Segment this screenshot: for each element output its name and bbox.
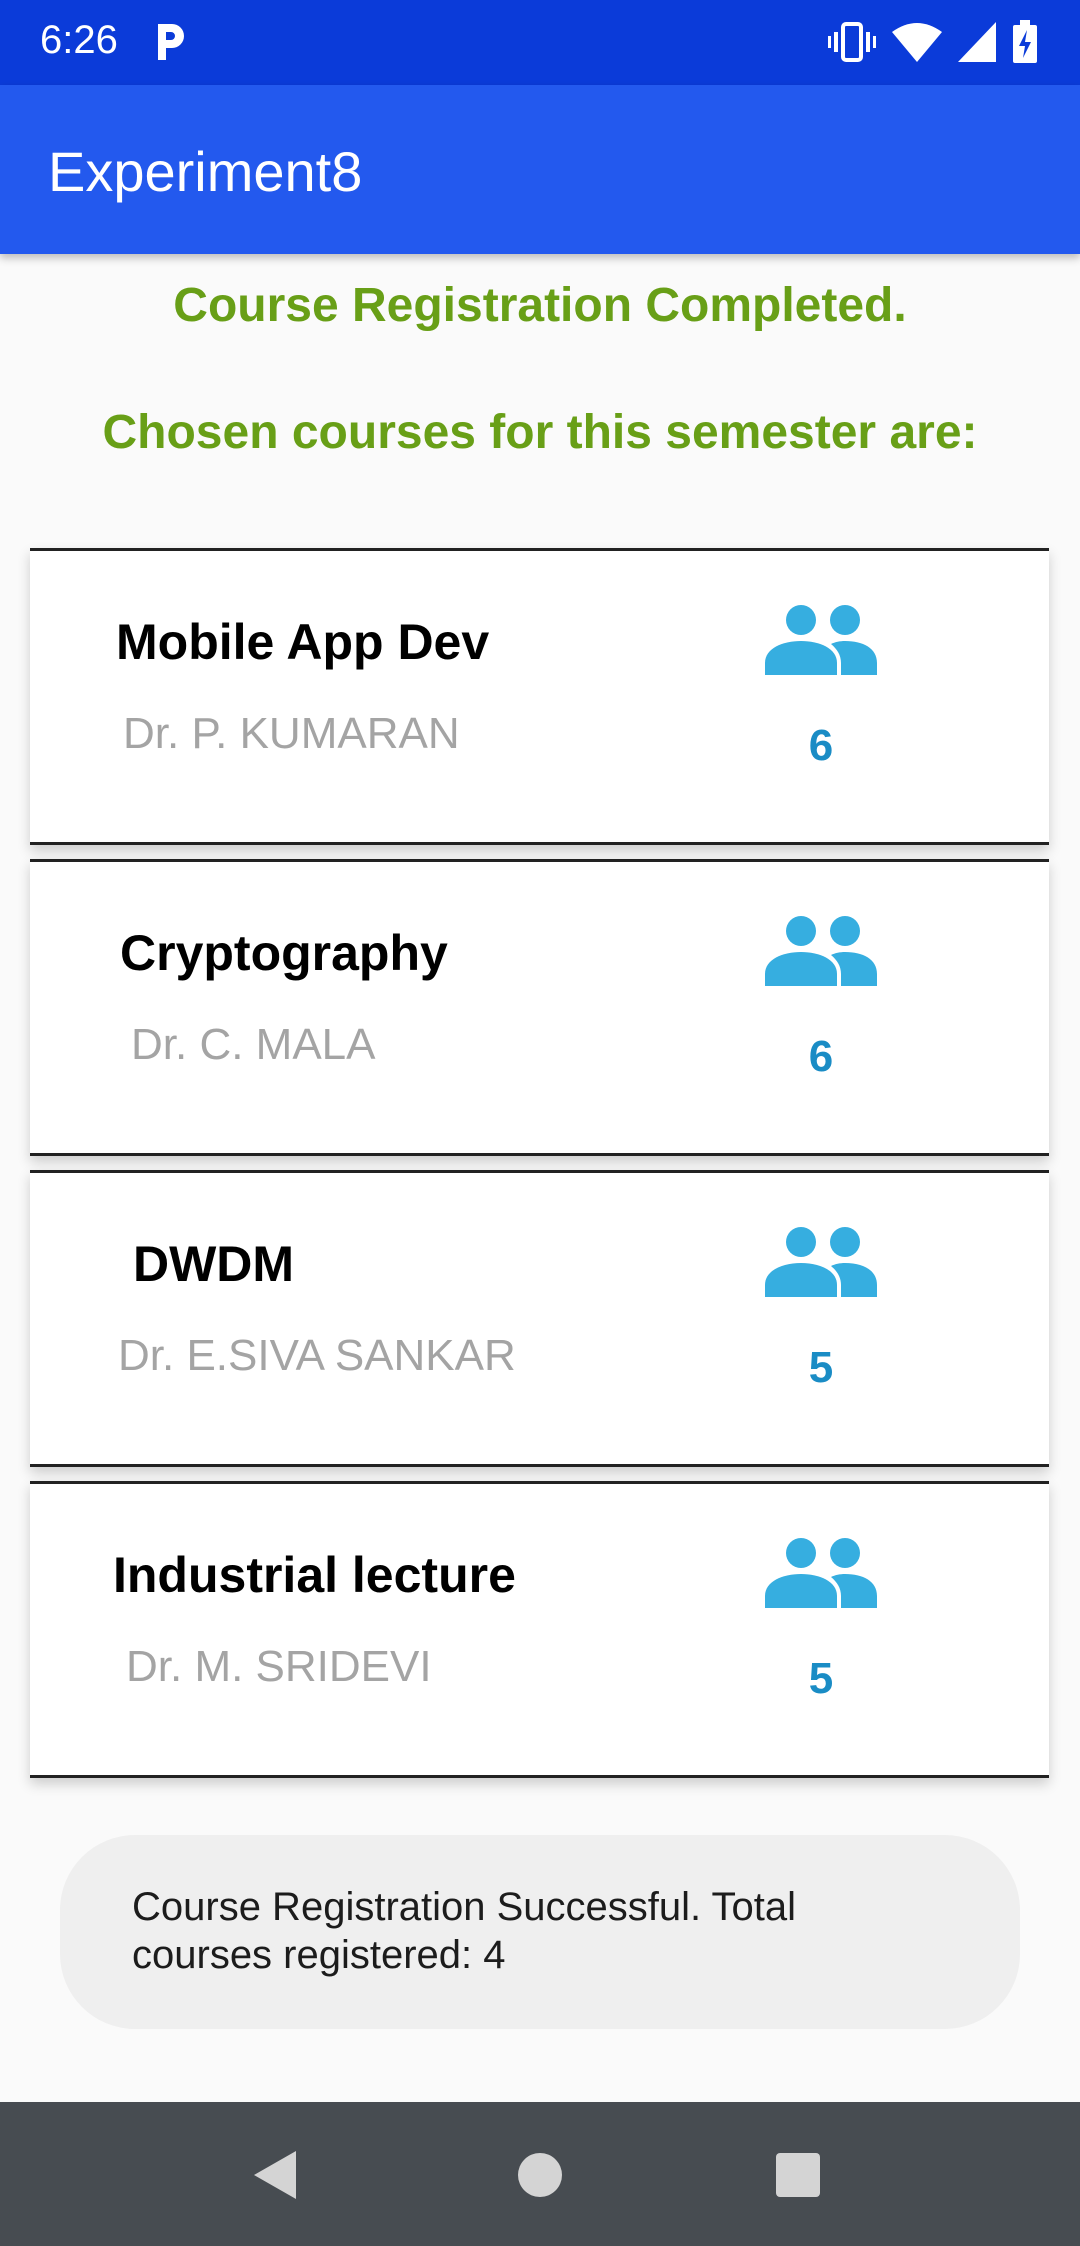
course-card[interactable]: DWDM Dr. E.SIVA SANKAR 5	[30, 1170, 1049, 1467]
course-name: Industrial lecture	[113, 1547, 516, 1603]
registration-completed-heading: Course Registration Completed.	[173, 279, 907, 332]
course-count: 6	[808, 1032, 834, 1081]
people-icon	[765, 1538, 877, 1608]
cellular-signal-icon	[958, 22, 996, 67]
toast-text: Course Registration Successful. Total co…	[132, 1885, 797, 1977]
course-professor: Dr. P. KUMARAN	[123, 709, 460, 758]
course-card[interactable]: Cryptography Dr. C. MALA 6	[30, 859, 1049, 1156]
course-name: Mobile App Dev	[116, 614, 490, 670]
course-card[interactable]: Mobile App Dev Dr. P. KUMARAN 6	[30, 548, 1049, 845]
app-bar: Experiment8	[0, 85, 1080, 254]
back-icon[interactable]	[250, 2149, 298, 2206]
battery-charging-icon	[1012, 20, 1038, 69]
course-professor: Dr. E.SIVA SANKAR	[118, 1331, 516, 1380]
home-icon[interactable]	[516, 2149, 564, 2206]
course-count: 5	[808, 1343, 834, 1392]
toast-message: Course Registration Successful. Total co…	[60, 1835, 1020, 2029]
people-icon	[765, 605, 877, 675]
wifi-icon	[892, 22, 942, 67]
course-professor: Dr. M. SRIDEVI	[126, 1642, 432, 1691]
course-name: Cryptography	[120, 925, 448, 981]
navigation-bar	[0, 2102, 1080, 2246]
people-icon	[765, 916, 877, 986]
app-title: Experiment8	[48, 140, 363, 203]
status-time: 6:26	[40, 18, 118, 62]
parking-icon	[152, 20, 186, 69]
course-name: DWDM	[133, 1236, 295, 1292]
status-bar: 6:26	[0, 0, 1080, 85]
course-count: 6	[808, 721, 834, 770]
course-card[interactable]: Industrial lecture Dr. M. SRIDEVI 5	[30, 1481, 1049, 1778]
course-count: 5	[808, 1654, 834, 1703]
chosen-courses-heading: Chosen courses for this semester are:	[102, 406, 978, 459]
recents-icon[interactable]	[774, 2149, 822, 2206]
course-professor: Dr. C. MALA	[131, 1020, 376, 1069]
vibrate-icon	[828, 20, 876, 69]
people-icon	[765, 1227, 877, 1297]
